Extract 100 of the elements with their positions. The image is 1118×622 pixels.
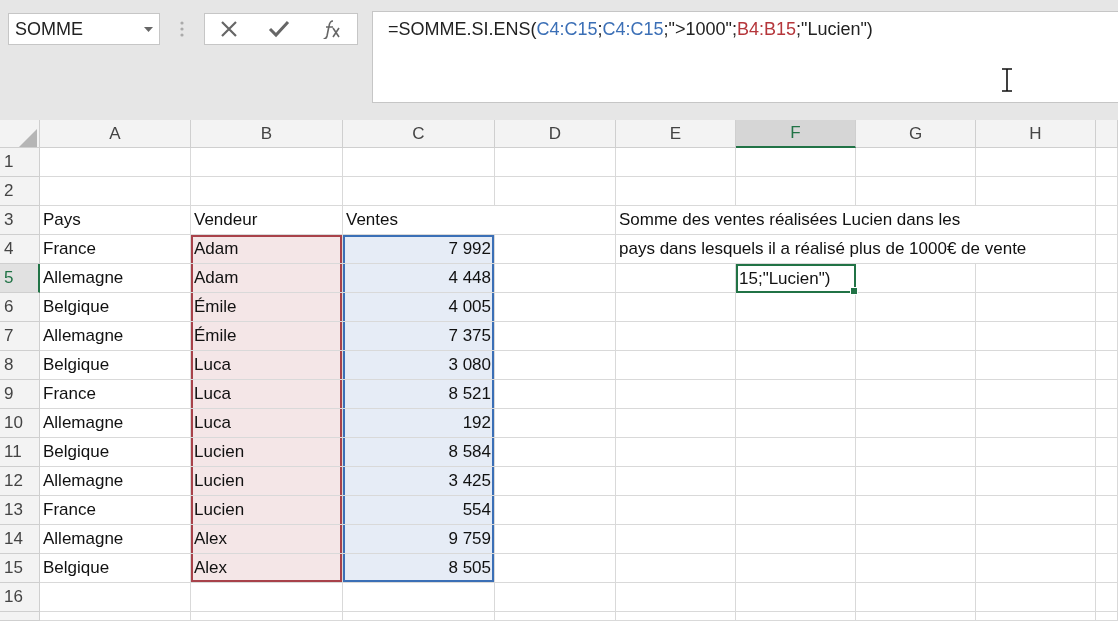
spreadsheet-cell[interactable]	[736, 177, 856, 206]
spreadsheet-cell[interactable]: France	[40, 496, 191, 525]
spreadsheet-cell[interactable]	[856, 496, 976, 525]
spreadsheet-cell[interactable]	[616, 438, 736, 467]
spreadsheet-cell[interactable]	[736, 525, 856, 554]
spreadsheet-cell[interactable]	[976, 583, 1096, 612]
row-header[interactable]: 7	[0, 322, 40, 351]
spreadsheet-cell[interactable]	[976, 438, 1096, 467]
spreadsheet-cell[interactable]	[495, 438, 616, 467]
spreadsheet-cell[interactable]: Allemagne	[40, 264, 191, 293]
row-header[interactable]: 16	[0, 583, 40, 612]
column-header[interactable]: F	[736, 120, 856, 148]
spreadsheet-cell[interactable]	[976, 496, 1096, 525]
spreadsheet-cell[interactable]	[343, 583, 495, 612]
spreadsheet-cell[interactable]: Belgique	[40, 438, 191, 467]
spreadsheet-cell[interactable]	[856, 293, 976, 322]
spreadsheet-cell[interactable]	[191, 612, 343, 621]
column-header[interactable]: E	[616, 120, 736, 148]
spreadsheet-cell[interactable]	[495, 467, 616, 496]
spreadsheet-cell[interactable]: Somme des ventes réalisées Lucien dans les	[616, 206, 1096, 235]
row-header[interactable]: 10	[0, 409, 40, 438]
spreadsheet-cell[interactable]	[616, 293, 736, 322]
spreadsheet-cell[interactable]	[616, 351, 736, 380]
spreadsheet-cell[interactable]	[495, 583, 616, 612]
spreadsheet-cell[interactable]	[616, 496, 736, 525]
spreadsheet-cell[interactable]	[736, 612, 856, 621]
spreadsheet-cell[interactable]	[191, 148, 343, 177]
spreadsheet-cell[interactable]	[40, 583, 191, 612]
spreadsheet-cell[interactable]	[736, 496, 856, 525]
spreadsheet-cell[interactable]	[736, 583, 856, 612]
spreadsheet-cell[interactable]	[343, 177, 495, 206]
spreadsheet-cell[interactable]	[616, 264, 736, 293]
spreadsheet-cell[interactable]	[616, 583, 736, 612]
row-header[interactable]	[0, 612, 40, 621]
spreadsheet-cell[interactable]	[856, 583, 976, 612]
row-header[interactable]: 13	[0, 496, 40, 525]
spreadsheet-cell[interactable]	[495, 554, 616, 583]
spreadsheet-cell[interactable]	[191, 583, 343, 612]
row-header[interactable]: 12	[0, 467, 40, 496]
row-header[interactable]: 3	[0, 206, 40, 235]
spreadsheet-cell[interactable]: Allemagne	[40, 322, 191, 351]
spreadsheet-cell[interactable]	[495, 525, 616, 554]
active-cell[interactable]: 15;"Lucien")	[736, 264, 856, 293]
spreadsheet-cell[interactable]	[736, 380, 856, 409]
spreadsheet-cell[interactable]	[343, 612, 495, 621]
spreadsheet-cell[interactable]	[495, 496, 616, 525]
spreadsheet-cell[interactable]	[976, 322, 1096, 351]
spreadsheet-cell[interactable]	[616, 380, 736, 409]
row-header[interactable]: 11	[0, 438, 40, 467]
row-header[interactable]: 9	[0, 380, 40, 409]
fill-handle[interactable]	[850, 287, 858, 295]
spreadsheet-cell[interactable]	[1096, 438, 1118, 467]
name-box[interactable]: SOMME	[8, 13, 160, 45]
spreadsheet-cell[interactable]	[856, 438, 976, 467]
spreadsheet-cell[interactable]	[1096, 351, 1118, 380]
column-header[interactable]: B	[191, 120, 343, 148]
spreadsheet-cell[interactable]	[616, 612, 736, 621]
spreadsheet-cell[interactable]	[616, 148, 736, 177]
spreadsheet-cell[interactable]: Allemagne	[40, 409, 191, 438]
spreadsheet-cell[interactable]	[736, 293, 856, 322]
spreadsheet-cell[interactable]	[976, 177, 1096, 206]
spreadsheet-cell[interactable]	[1096, 206, 1118, 235]
spreadsheet-cell[interactable]	[495, 351, 616, 380]
spreadsheet-cell[interactable]	[856, 612, 976, 621]
spreadsheet-cell[interactable]	[856, 409, 976, 438]
spreadsheet-cell[interactable]	[616, 554, 736, 583]
spreadsheet-cell[interactable]	[1096, 409, 1118, 438]
spreadsheet-cell[interactable]	[1096, 177, 1118, 206]
column-header[interactable]: D	[495, 120, 616, 148]
spreadsheet-cell[interactable]: France	[40, 235, 191, 264]
column-header[interactable]: H	[976, 120, 1096, 148]
spreadsheet-cell[interactable]: Belgique	[40, 351, 191, 380]
spreadsheet-cell[interactable]	[976, 467, 1096, 496]
row-header[interactable]: 8	[0, 351, 40, 380]
spreadsheet-cell[interactable]	[191, 177, 343, 206]
spreadsheet-cell[interactable]	[1096, 612, 1118, 621]
spreadsheet-cell[interactable]	[1096, 148, 1118, 177]
row-header[interactable]: 6	[0, 293, 40, 322]
spreadsheet-cell[interactable]	[495, 177, 616, 206]
spreadsheet-cell[interactable]	[1096, 322, 1118, 351]
spreadsheet-cell[interactable]	[976, 612, 1096, 621]
row-header[interactable]: 4	[0, 235, 40, 264]
spreadsheet-cell[interactable]	[736, 148, 856, 177]
spreadsheet-cell[interactable]	[40, 612, 191, 621]
spreadsheet-cell[interactable]	[343, 148, 495, 177]
spreadsheet-cell[interactable]	[616, 177, 736, 206]
spreadsheet-cell[interactable]	[495, 380, 616, 409]
column-header[interactable]	[1096, 120, 1118, 148]
spreadsheet-cell[interactable]	[1096, 467, 1118, 496]
spreadsheet-cell[interactable]	[495, 409, 616, 438]
column-header[interactable]: A	[40, 120, 191, 148]
spreadsheet-cell[interactable]	[616, 467, 736, 496]
spreadsheet-cell[interactable]	[976, 264, 1096, 293]
spreadsheet-cell[interactable]	[495, 322, 616, 351]
spreadsheet-cell[interactable]	[976, 380, 1096, 409]
spreadsheet-cell[interactable]	[495, 612, 616, 621]
spreadsheet-cell[interactable]	[1096, 264, 1118, 293]
spreadsheet-cell[interactable]	[856, 177, 976, 206]
formula-field[interactable]: =SOMME.SI.ENS(C4:C15;C4:C15;">1000";B4:B15;"Lucien")	[372, 11, 1118, 103]
column-header[interactable]: C	[343, 120, 495, 148]
